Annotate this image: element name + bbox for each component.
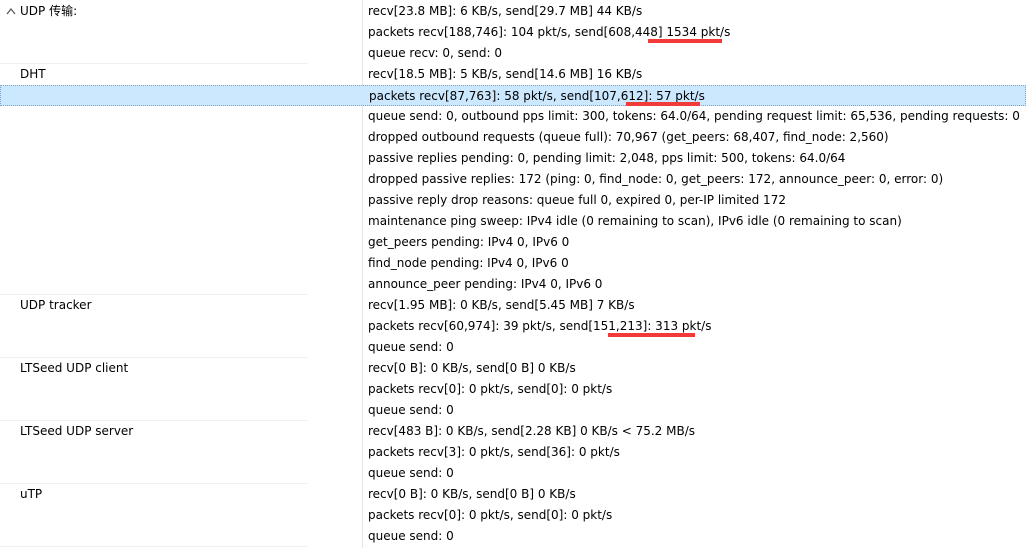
stat-value: queue recv: 0, send: 0	[368, 46, 502, 60]
stat-value: recv[23.8 MB]: 6 KB/s, send[29.7 MB] 44 …	[368, 4, 643, 18]
detail-row[interactable]: passive replies pending: 0, pending limi…	[0, 148, 1026, 169]
stat-value: packets recv[0]: 0 pkt/s, send[0]: 0 pkt…	[368, 382, 613, 396]
stat-value: recv[0 B]: 0 KB/s, send[0 B] 0 KB/s	[368, 361, 576, 375]
group-name-cell: UDP tracker	[0, 295, 362, 316]
chevron-up-icon[interactable]	[6, 1, 18, 22]
stat-value: maintenance ping sweep: IPv4 idle (0 rem…	[368, 214, 902, 228]
detail-row[interactable]: get_peers pending: IPv4 0, IPv6 0	[0, 232, 1026, 253]
stat-value: announce_peer pending: IPv4 0, IPv6 0	[368, 277, 603, 291]
group-name-cell: LTSeed UDP server	[0, 421, 362, 442]
group-name-cell: UDP 传输:	[0, 1, 362, 22]
detail-row[interactable]: queue recv: 0, send: 0	[0, 43, 1026, 64]
detail-row[interactable]: passive reply drop reasons: queue full 0…	[0, 190, 1026, 211]
group-row[interactable]: UDP tracker recv[1.95 MB]: 0 KB/s, send[5…	[0, 295, 1026, 316]
detail-row[interactable]: maintenance ping sweep: IPv4 idle (0 rem…	[0, 211, 1026, 232]
detail-row[interactable]: announce_peer pending: IPv4 0, IPv6 0	[0, 274, 1026, 295]
detail-row[interactable]: queue send: 0	[0, 400, 1026, 421]
detail-row[interactable]: packets recv[3]: 0 pkt/s, send[36]: 0 pk…	[0, 442, 1026, 463]
stat-value: queue send: 0	[368, 466, 454, 480]
stat-value: queue send: 0	[368, 340, 454, 354]
stat-value: recv[0 B]: 0 KB/s, send[0 B] 0 KB/s	[368, 487, 576, 501]
detail-row[interactable]: packets recv[0]: 0 pkt/s, send[0]: 0 pkt…	[0, 505, 1026, 526]
detail-row[interactable]: packets recv[87,763]: 58 pkt/s, send[107…	[0, 85, 1026, 106]
stat-value: find_node pending: IPv4 0, IPv6 0	[368, 256, 569, 270]
group-name: LTSeed UDP server	[20, 424, 134, 438]
group-name: UDP 传输:	[20, 4, 78, 18]
group-row[interactable]: LTSeed UDP client recv[0 B]: 0 KB/s, send…	[0, 358, 1026, 379]
detail-row[interactable]: packets recv[60,974]: 39 pkt/s, send[151…	[0, 316, 1026, 337]
detail-row[interactable]: queue send: 0, outbound pps limit: 300, …	[0, 106, 1026, 127]
stat-value: queue send: 0, outbound pps limit: 300, …	[368, 109, 1020, 123]
group-name-cell: DHT	[0, 64, 362, 85]
detail-row[interactable]: find_node pending: IPv4 0, IPv6 0	[0, 253, 1026, 274]
stat-value: passive reply drop reasons: queue full 0…	[368, 193, 786, 207]
stat-value: queue send: 0	[368, 403, 454, 417]
detail-row[interactable]: packets recv[188,746]: 104 pkt/s, send[6…	[0, 22, 1026, 43]
group-row[interactable]: DHT recv[18.5 MB]: 5 KB/s, send[14.6 MB] …	[0, 64, 1026, 85]
stat-value: recv[1.95 MB]: 0 KB/s, send[5.45 MB] 7 K…	[368, 298, 635, 312]
stat-value: dropped outbound requests (queue full): …	[368, 130, 889, 144]
detail-row[interactable]: queue send: 0	[0, 463, 1026, 484]
stat-value: recv[483 B]: 0 KB/s, send[2.28 KB] 0 KB/…	[368, 424, 696, 438]
group-name: uTP	[20, 487, 43, 501]
group-name: DHT	[20, 67, 46, 81]
group-row[interactable]: LTSeed UDP server recv[483 B]: 0 KB/s, se…	[0, 421, 1026, 442]
stat-value: queue send: 0	[368, 529, 454, 543]
detail-row[interactable]: packets recv[0]: 0 pkt/s, send[0]: 0 pkt…	[0, 379, 1026, 400]
group-row[interactable]: UDP 传输: recv[23.8 MB]: 6 KB/s, send[29.7 …	[0, 1, 1026, 22]
group-row[interactable]: uTP recv[0 B]: 0 KB/s, send[0 B] 0 KB/s	[0, 484, 1026, 505]
detail-row[interactable]: dropped outbound requests (queue full): …	[0, 127, 1026, 148]
group-name-cell: uTP	[0, 484, 362, 505]
stat-value: packets recv[3]: 0 pkt/s, send[36]: 0 pk…	[368, 445, 620, 459]
group-name: LTSeed UDP client	[20, 361, 129, 375]
stat-value: recv[18.5 MB]: 5 KB/s, send[14.6 MB] 16 …	[368, 67, 643, 81]
stat-value: passive replies pending: 0, pending limi…	[368, 151, 846, 165]
stats-tree-view[interactable]: UDP 传输: recv[23.8 MB]: 6 KB/s, send[29.7 …	[0, 0, 1026, 548]
group-name: UDP tracker	[20, 298, 92, 312]
stat-value: dropped passive replies: 172 (ping: 0, f…	[368, 172, 944, 186]
group-name-cell: LTSeed UDP client	[0, 358, 362, 379]
stat-value: packets recv[0]: 0 pkt/s, send[0]: 0 pkt…	[368, 508, 613, 522]
group-divider	[0, 546, 308, 547]
stat-value: get_peers pending: IPv4 0, IPv6 0	[368, 235, 570, 249]
detail-row[interactable]: queue send: 0	[0, 526, 1026, 547]
detail-row[interactable]: dropped passive replies: 172 (ping: 0, f…	[0, 169, 1026, 190]
detail-row[interactable]: queue send: 0	[0, 337, 1026, 358]
